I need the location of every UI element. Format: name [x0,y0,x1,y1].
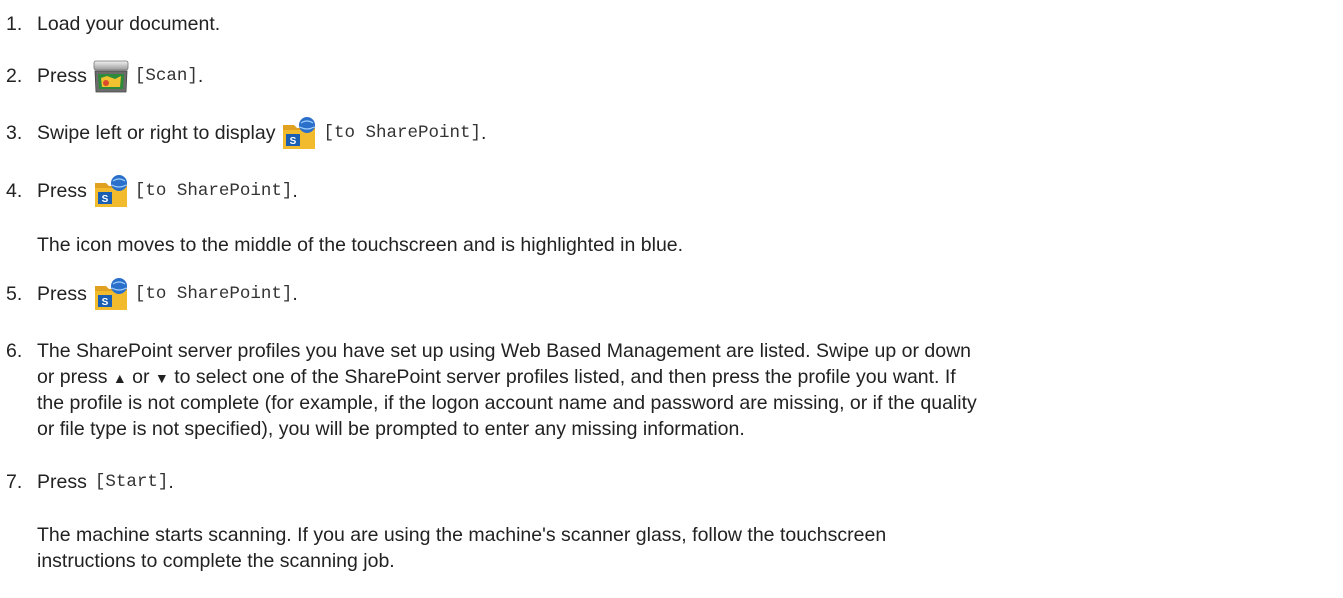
step-6-line-3: the profile is not complete (for example… [37,392,977,414]
to-sharepoint-label[interactable]: [to SharePoint] [135,171,293,211]
step-6-line-4: or file type is not specified), you will… [37,418,745,440]
sharepoint-folder-icon: S [281,115,317,151]
step-number: 5. [6,283,23,305]
step-lead: Press [37,283,87,305]
svg-text:S: S [102,194,109,205]
step-text: Load your document. [37,13,221,35]
to-sharepoint-label[interactable]: [to SharePoint] [323,113,481,153]
step-lead: Swipe left or right to display [37,122,276,144]
step-lead: Press [37,471,87,493]
start-button-label[interactable]: [Start] [95,462,169,502]
step-number: 1. [6,13,23,35]
down-arrow-icon: ▼ [154,370,169,386]
step-lead: Press [37,65,87,87]
svg-text:S: S [290,136,297,147]
step-number: 7. [6,471,23,493]
step-number: 3. [6,122,23,144]
step-6-line-1: The SharePoint server profiles you have … [37,340,972,362]
step-7-note-line-1: The machine starts scanning. If you are … [37,524,887,546]
instruction-document: 1. Load your document. 2. Press [Scan] .… [0,0,1343,598]
to-sharepoint-label[interactable]: [to SharePoint] [135,274,293,314]
step-7-note-line-2: instructions to complete the scanning jo… [37,550,395,572]
step-number: 2. [6,65,23,87]
step-6-line-2: or press ▲ or ▼ to select one of the Sha… [37,366,956,388]
step-number: 4. [6,180,23,202]
scanner-icon [93,58,129,94]
step-number: 6. [6,340,23,362]
sharepoint-folder-icon: S [93,173,129,209]
sharepoint-folder-icon: S [93,276,129,312]
up-arrow-icon: ▲ [112,370,127,386]
step-4-note: The icon moves to the middle of the touc… [37,234,684,256]
step-lead: Press [37,180,87,202]
svg-text:S: S [102,297,109,308]
scan-button-label[interactable]: [Scan] [135,56,198,96]
